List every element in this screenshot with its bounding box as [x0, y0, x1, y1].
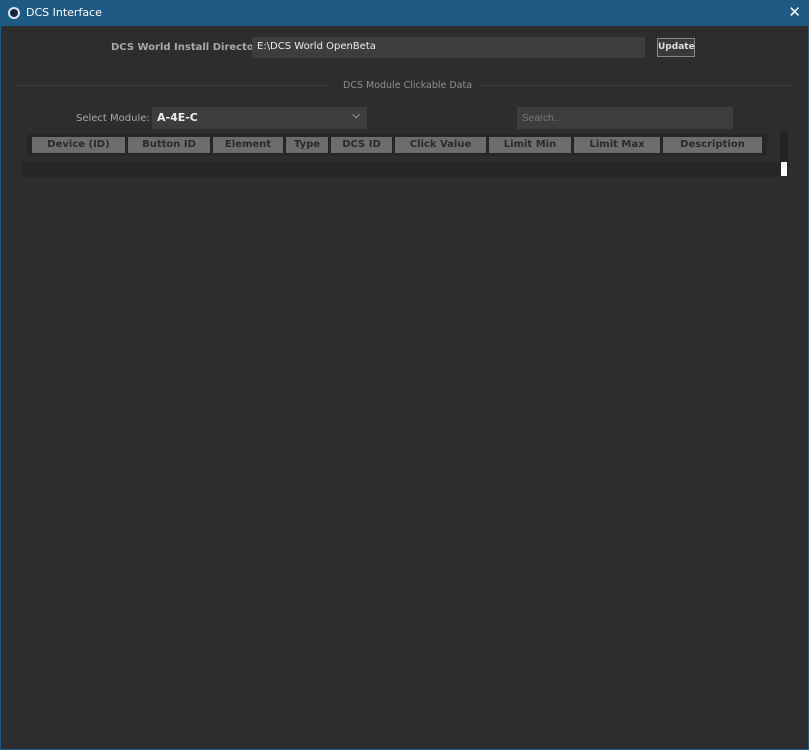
chevron-down-icon: ⌵: [352, 110, 360, 121]
main-panel: DCS World Install Directory: E:\DCS Worl…: [1, 26, 808, 749]
scrollbar[interactable]: [780, 132, 788, 176]
app-icon: [8, 7, 20, 19]
window-title: DCS Interface: [26, 6, 102, 19]
column-header-device-id[interactable]: Device (ID): [32, 137, 125, 153]
column-header-dcs-id[interactable]: DCS ID: [331, 137, 392, 153]
title-bar: DCS Interface ✕: [0, 0, 809, 26]
section-title: DCS Module Clickable Data: [343, 80, 473, 91]
column-header-button-id[interactable]: Button ID: [128, 137, 210, 153]
divider: [480, 85, 793, 86]
scrollbar-thumb[interactable]: [781, 162, 787, 176]
search-input[interactable]: [517, 107, 733, 129]
close-icon[interactable]: ✕: [788, 3, 801, 21]
module-select-value: A-4E-C: [157, 111, 198, 124]
column-header-limit-min[interactable]: Limit Min: [489, 137, 571, 153]
column-header-click-value[interactable]: Click Value: [395, 137, 486, 153]
update-button[interactable]: Update: [657, 38, 695, 57]
table-body: [22, 162, 780, 177]
column-header-limit-max[interactable]: Limit Max: [574, 137, 660, 153]
install-directory-label: DCS World Install Directory:: [111, 42, 270, 53]
select-module-label: Select Module:: [76, 113, 150, 124]
divider: [16, 85, 330, 86]
column-header-description[interactable]: Description: [663, 137, 762, 153]
install-directory-input[interactable]: E:\DCS World OpenBeta: [252, 37, 645, 58]
column-header-element[interactable]: Element: [213, 137, 283, 153]
column-header-type[interactable]: Type: [286, 137, 328, 153]
module-select[interactable]: A-4E-C ⌵: [152, 107, 367, 129]
